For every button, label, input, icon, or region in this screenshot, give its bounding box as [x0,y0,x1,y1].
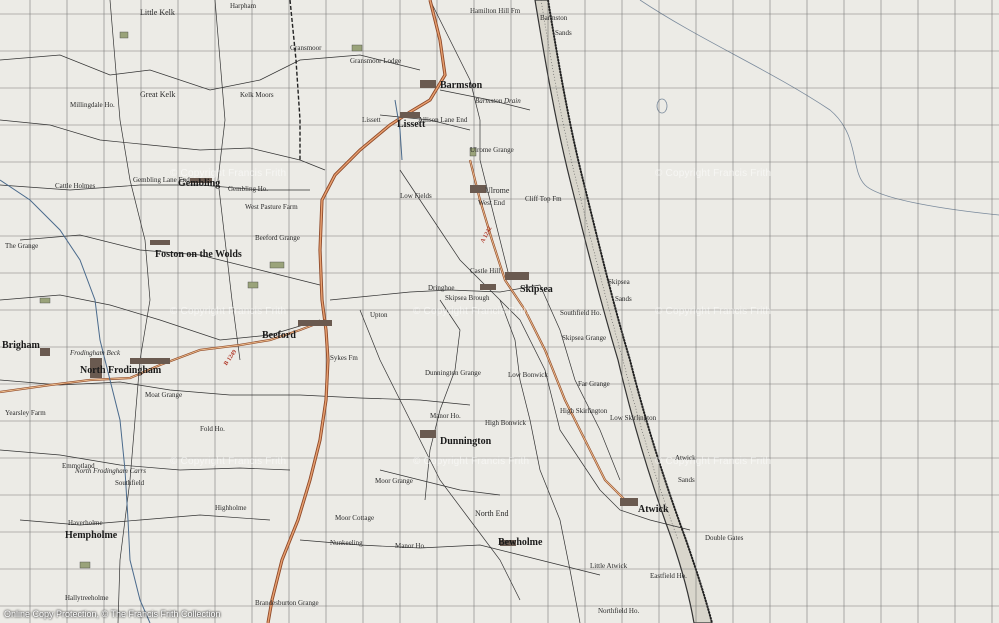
town-atwick: Atwick [638,504,669,515]
label-ulrome-grange: Ulrome Grange [470,146,514,154]
town-beeford: Beeford [262,330,296,341]
watermark: © Copyright Francis Frith [655,168,772,179]
label-hamilton-hill: Hamilton Hill Fm [470,7,521,15]
label-kelk-moors: Kelk Moors [240,91,274,99]
label-low-fields: Low Fields [400,192,432,200]
label-barmston-sands: Sands [555,29,572,37]
label-low-bonwick: Low Bonwick [508,371,548,379]
label-skipsea-sands2: Sands [615,295,632,303]
label-far-grange: Far Grange [578,380,610,388]
label-the-grange: The Grange [5,242,39,250]
label-skipsea-grange: Skipsea Grange [562,334,607,342]
label-sykes: Sykes Fm [330,354,358,362]
label-gransmoor-lodge: Gransmoor Lodge [350,57,402,65]
town-ulrome: Ulrome [485,186,510,195]
watermark: © Copyright Francis Frith [170,168,287,179]
label-northfield: Northfield Ho. [598,607,640,615]
label-frodingham-beck: Frodingham Beck [70,349,121,357]
town-little-kelk: Little Kelk [140,8,175,17]
label-west-end: West End [478,199,505,207]
label-double-gates: Double Gates [705,534,744,542]
label-little-atwick: Little Atwick [590,562,628,570]
label-eastfield: Eastfield Ho. [650,572,687,580]
label-cattle-farm: Lissett [362,116,381,124]
watermark: © Copyright Francis Frith [413,456,530,467]
label-southfield-fr: Southfield [115,479,145,487]
label-dringhoe: Dringhoe [428,284,455,292]
label-high-skirlington: High Skirlington [560,407,608,415]
label-upton: Upton [370,311,388,319]
label-west-pasture: West Pasture Farm [245,203,298,211]
town-skipsea: Skipsea [520,284,553,295]
label-cliff-top: Cliff Top Fm [525,195,562,203]
label-haverholme: Haverholme [68,519,103,527]
label-skipsea-brough: Skipsea Brough [445,294,490,302]
label-harpham: Harpham [230,2,257,10]
town-dunnington: Dunnington [440,436,492,447]
label-barmston: Barmston [540,14,568,22]
label-moor-cottage: Moor Cottage [335,514,375,522]
label-hallytreeholme: Hallytreeholme [65,594,109,602]
label-millingdale: Millingdale Ho. [70,101,115,109]
label-manor-ho2: Manor Ho. [395,542,426,550]
town-brigham: Brigham [2,340,40,351]
label-low-skirlington: Low Skirlington [610,414,657,422]
copyright-footer: Online Copy Protection, © The Francis Fr… [4,609,221,619]
label-castle: Castle Hill [470,267,501,275]
town-bewholme: Bewholme [498,537,543,548]
label-skipsea-sands: Skipsea [608,278,630,286]
label-fold-ho: Fold Ho. [200,425,225,433]
watermark: © Copyright Francis Frith [170,456,287,467]
label-gransmoor: Gransmoor [290,44,322,52]
label-high-bonwick: High Bonwick [485,419,527,427]
label-cattle-holmes: Cattle Holmes [55,182,96,190]
town-north-frodingham: North Frodingham [80,365,162,376]
label-yearsley: Yearsley Farm [5,409,46,417]
label-southfield: Southfield Ho. [560,309,602,317]
label-dunnington-grange: Dunnington Grange [425,369,481,377]
label-atwick-sands2: Sands [678,476,695,484]
label-nunkeeling: Nunkeeling [330,539,363,547]
watermark: © Copyright Francis Frith [413,306,530,317]
label-highholme: Highholme [215,504,247,512]
label-allison-lane: Allison Lane End [418,116,468,124]
label-brandesburton: Brandesburton Grange [255,599,319,607]
town-barmston: Barmston [440,80,483,91]
town-north-end: North End [475,509,509,518]
watermark: © Copyright Francis Frith [655,306,772,317]
label-barmston-drain: Barmston Drain [475,97,521,105]
watermark: © Copyright Francis Frith [655,456,772,467]
label-emmotland: Emmotland [62,462,95,470]
label-gembling-ho: Gembling Ho. [228,185,269,193]
town-hempholme: Hempholme [65,530,118,541]
town-foston: Foston on the Wolds [155,249,242,260]
label-manor-ho: Manor Ho. [430,412,461,420]
label-moat-grange: Moat Grange [145,391,183,399]
label-moor-grange: Moor Grange [375,477,413,485]
watermark: © Copyright Francis Frith [170,306,287,317]
town-great-kelk: Great Kelk [140,90,176,99]
label-beeford-grange: Beeford Grange [255,234,300,242]
